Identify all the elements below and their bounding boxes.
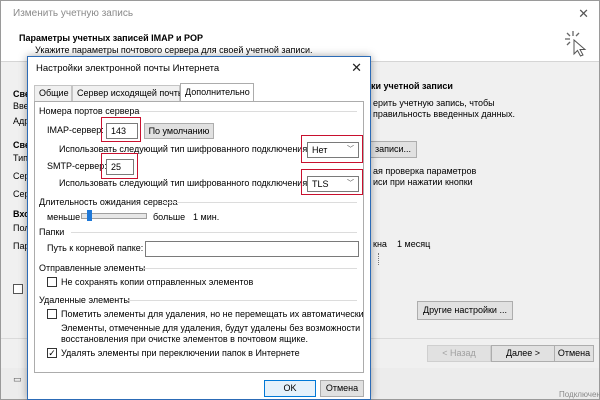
mark-for-deletion-note-line2: восстановления при очистке элементов в п… <box>61 334 309 344</box>
timeout-value: 1 мин. <box>193 212 220 222</box>
server-ports-group-title: Номера портов сервера <box>39 106 140 116</box>
folder-icon: ▭ <box>13 374 22 384</box>
timeout-group-title: Длительность ожидания сервера <box>39 197 178 207</box>
timeout-slider[interactable] <box>81 210 147 221</box>
deleted-items-group-title: Удаленные элементы <box>39 295 130 305</box>
ok-button[interactable]: OK <box>264 380 316 397</box>
default-ports-button[interactable]: По умолчанию <box>144 123 214 139</box>
internet-email-settings-dialog: Настройки электронной почты Интернета ✕ … <box>27 56 371 400</box>
group-divider <box>163 202 357 203</box>
imap-server-label: IMAP-сервер: <box>47 125 104 135</box>
wizard-right-title: ки учетной записи <box>371 81 453 91</box>
wizard-period-value: 1 месяц <box>397 239 431 249</box>
imap-port-highlight <box>101 117 141 142</box>
mark-for-deletion-checkbox[interactable] <box>47 309 57 319</box>
wizard-right-line1: ерить учетную запись, чтобы <box>373 98 495 108</box>
wizard-close-icon[interactable]: ✕ <box>578 6 589 22</box>
imap-encryption-label: Использовать следующий тип шифрованного … <box>59 144 310 154</box>
tab-outgoing-server[interactable]: Сервер исходящей почты <box>72 85 184 101</box>
timeout-more-label: больше <box>153 212 186 222</box>
advanced-tab-panel: Номера портов сервера IMAP-сервер: 143 П… <box>34 101 364 373</box>
dialog-title: Настройки электронной почты Интернета <box>36 63 220 74</box>
wizard-left-fragment: Тип <box>13 153 29 163</box>
back-button[interactable]: < Назад <box>427 345 491 362</box>
mark-for-deletion-note-line1: Элементы, отмеченные для удаления, будут… <box>61 323 361 333</box>
wizard-cancel-button[interactable]: Отмена <box>554 345 594 362</box>
timeout-less-label: меньше <box>47 212 81 222</box>
purge-on-switch-checkbox[interactable]: ✓ <box>47 348 57 358</box>
smtp-server-label: SMTP-сервер: <box>47 161 107 171</box>
smtp-encryption-highlight <box>301 169 363 195</box>
tab-general[interactable]: Общие <box>34 85 72 101</box>
wizard-checkbox[interactable] <box>13 284 23 294</box>
wizard-test-account-button[interactable]: записи... <box>369 141 417 158</box>
wizard-header-title: Параметры учетных записей IMAP и POP <box>19 33 204 43</box>
wizard-period-slider-tick <box>378 253 379 265</box>
dialog-close-icon[interactable]: ✕ <box>351 60 362 76</box>
group-divider <box>143 268 357 269</box>
group-divider <box>127 300 357 301</box>
root-path-label: Путь к корневой папке: <box>47 243 144 253</box>
smtp-port-highlight <box>101 153 138 179</box>
no-sent-copies-label: Не сохранять копии отправленных элементо… <box>61 277 254 287</box>
wizard-title: Изменить учетную запись <box>13 8 134 19</box>
tab-advanced[interactable]: Дополнительно <box>180 83 254 101</box>
cursor-click-icon <box>565 31 587 57</box>
no-sent-copies-checkbox[interactable] <box>47 277 57 287</box>
dialog-titlebar: Настройки электронной почты Интернета ✕ <box>28 57 370 79</box>
imap-encryption-highlight <box>301 135 363 163</box>
next-button[interactable]: Далее > <box>491 345 555 362</box>
root-path-input[interactable] <box>145 241 359 257</box>
wizard-auto-test-line1: ая проверка параметров <box>373 166 477 176</box>
mark-for-deletion-label: Пометить элементы для удаления, но не пе… <box>61 309 364 319</box>
purge-on-switch-label: Удалять элементы при переключении папок … <box>61 348 300 358</box>
sent-items-group-title: Отправленные элементы <box>39 263 146 273</box>
smtp-encryption-label: Использовать следующий тип шифрованного … <box>59 178 310 188</box>
group-divider <box>71 232 357 233</box>
wizard-titlebar: Изменить учетную запись ✕ <box>1 1 599 27</box>
wizard-status-text: Подключение <box>559 390 600 399</box>
wizard-header-subtitle: Укажите параметры почтового сервера для … <box>35 45 313 55</box>
folders-group-title: Папки <box>39 227 65 237</box>
wizard-auto-test-line2: иси при нажатии кнопки <box>373 177 473 187</box>
more-settings-button[interactable]: Другие настройки ... <box>417 301 513 320</box>
wizard-period-label: кна <box>373 239 387 249</box>
timeout-slider-thumb[interactable] <box>87 210 92 221</box>
wizard-right-line2: правильность введенных данных. <box>373 109 516 119</box>
dialog-cancel-button[interactable]: Отмена <box>320 380 364 397</box>
group-divider <box>139 111 357 112</box>
